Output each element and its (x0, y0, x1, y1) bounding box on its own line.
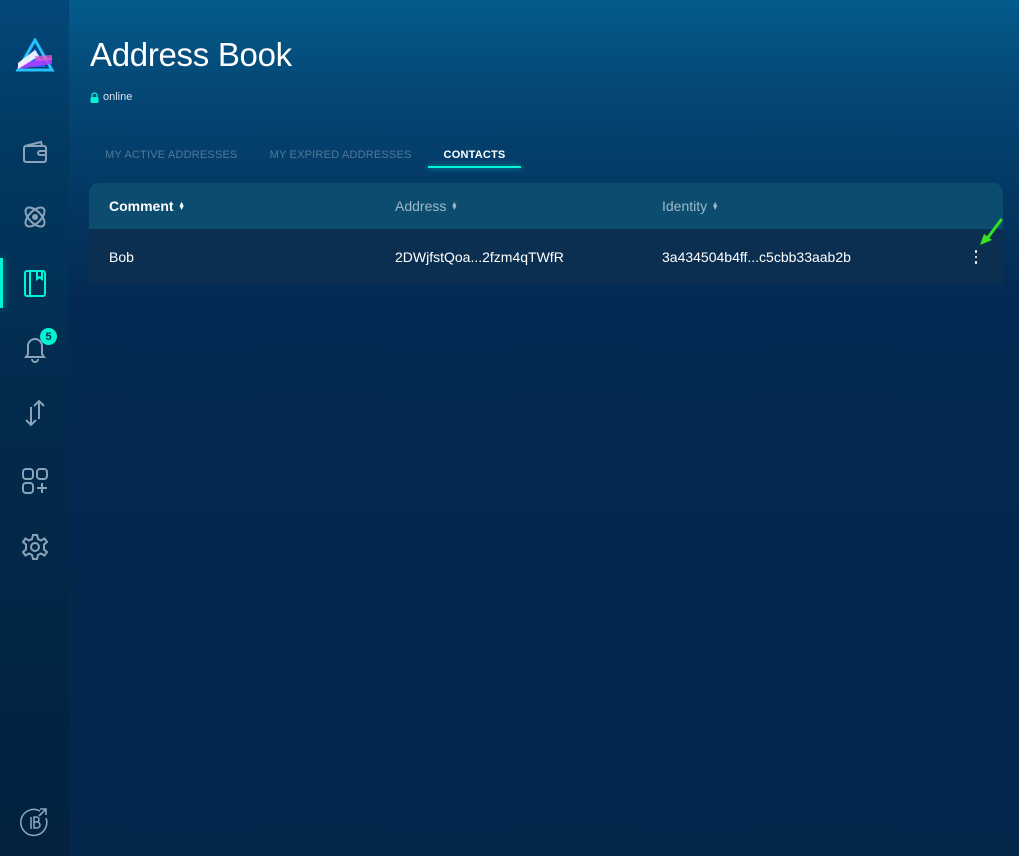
sidebar-item-dapps[interactable] (0, 192, 69, 242)
contact-address: 2DWjfstQoa...2fzm4qTWfR (395, 249, 564, 265)
gear-icon (21, 534, 48, 560)
sidebar: 5 (0, 0, 69, 856)
column-header-address[interactable]: Address ▴ ▾ (395, 198, 456, 214)
notification-badge: 5 (40, 328, 57, 345)
contact-comment: Bob (109, 249, 134, 265)
apps-icon (21, 468, 48, 494)
wallet-icon (22, 140, 47, 163)
tab-my-expired-addresses[interactable]: MY EXPIRED ADDRESSES (254, 146, 428, 168)
transfer-icon (24, 399, 45, 427)
contacts-table: Comment ▴ ▾ Address ▴ ▾ Identity ▴ ▾ Bob 2D… (89, 183, 1003, 285)
page-title: Address Book (90, 36, 292, 73)
external-beam-icon (20, 808, 48, 837)
connection-status: online (90, 91, 132, 103)
annotation-arrow-icon (980, 218, 1003, 245)
atom-icon (24, 206, 45, 228)
address-tabs: MY ACTIVE ADDRESSES MY EXPIRED ADDRESSES… (89, 146, 522, 170)
address-book-icon (23, 270, 46, 297)
tab-my-active-addresses[interactable]: MY ACTIVE ADDRESSES (89, 146, 254, 168)
beam-logo (15, 36, 55, 74)
status-label: online (103, 91, 133, 103)
table-header: Comment ▴ ▾ Address ▴ ▾ Identity ▴ ▾ (89, 183, 1003, 229)
sort-icon: ▴ ▾ (713, 199, 718, 212)
sort-icon: ▴ ▾ (452, 199, 457, 212)
column-header-identity[interactable]: Identity ▴ ▾ (662, 198, 717, 214)
table-row[interactable]: Bob 2DWjfstQoa...2fzm4qTWfR 3a434504b4ff… (89, 229, 1003, 285)
contact-identity: 3a434504b4ff...c5cbb33aab2b (662, 249, 851, 265)
row-actions-button[interactable] (966, 246, 986, 268)
app-window: 5 Address Book online MY ACTIVE ADDRESSE… (0, 0, 1019, 856)
sidebar-item-address-book[interactable] (0, 258, 69, 308)
sidebar-item-apps[interactable] (0, 456, 69, 506)
sidebar-item-notifications[interactable]: 5 (0, 323, 69, 373)
tab-contacts[interactable]: CONTACTS (427, 146, 522, 168)
sidebar-item-settings[interactable] (0, 522, 69, 572)
sort-icon: ▴ ▾ (179, 199, 184, 212)
column-header-comment[interactable]: Comment ▴ ▾ (109, 198, 184, 214)
sidebar-item-wallet[interactable] (0, 127, 69, 177)
kebab-menu-icon (974, 250, 978, 253)
lock-icon (90, 91, 99, 103)
sidebar-external-link[interactable] (18, 806, 50, 838)
sidebar-item-transactions[interactable] (0, 388, 69, 438)
